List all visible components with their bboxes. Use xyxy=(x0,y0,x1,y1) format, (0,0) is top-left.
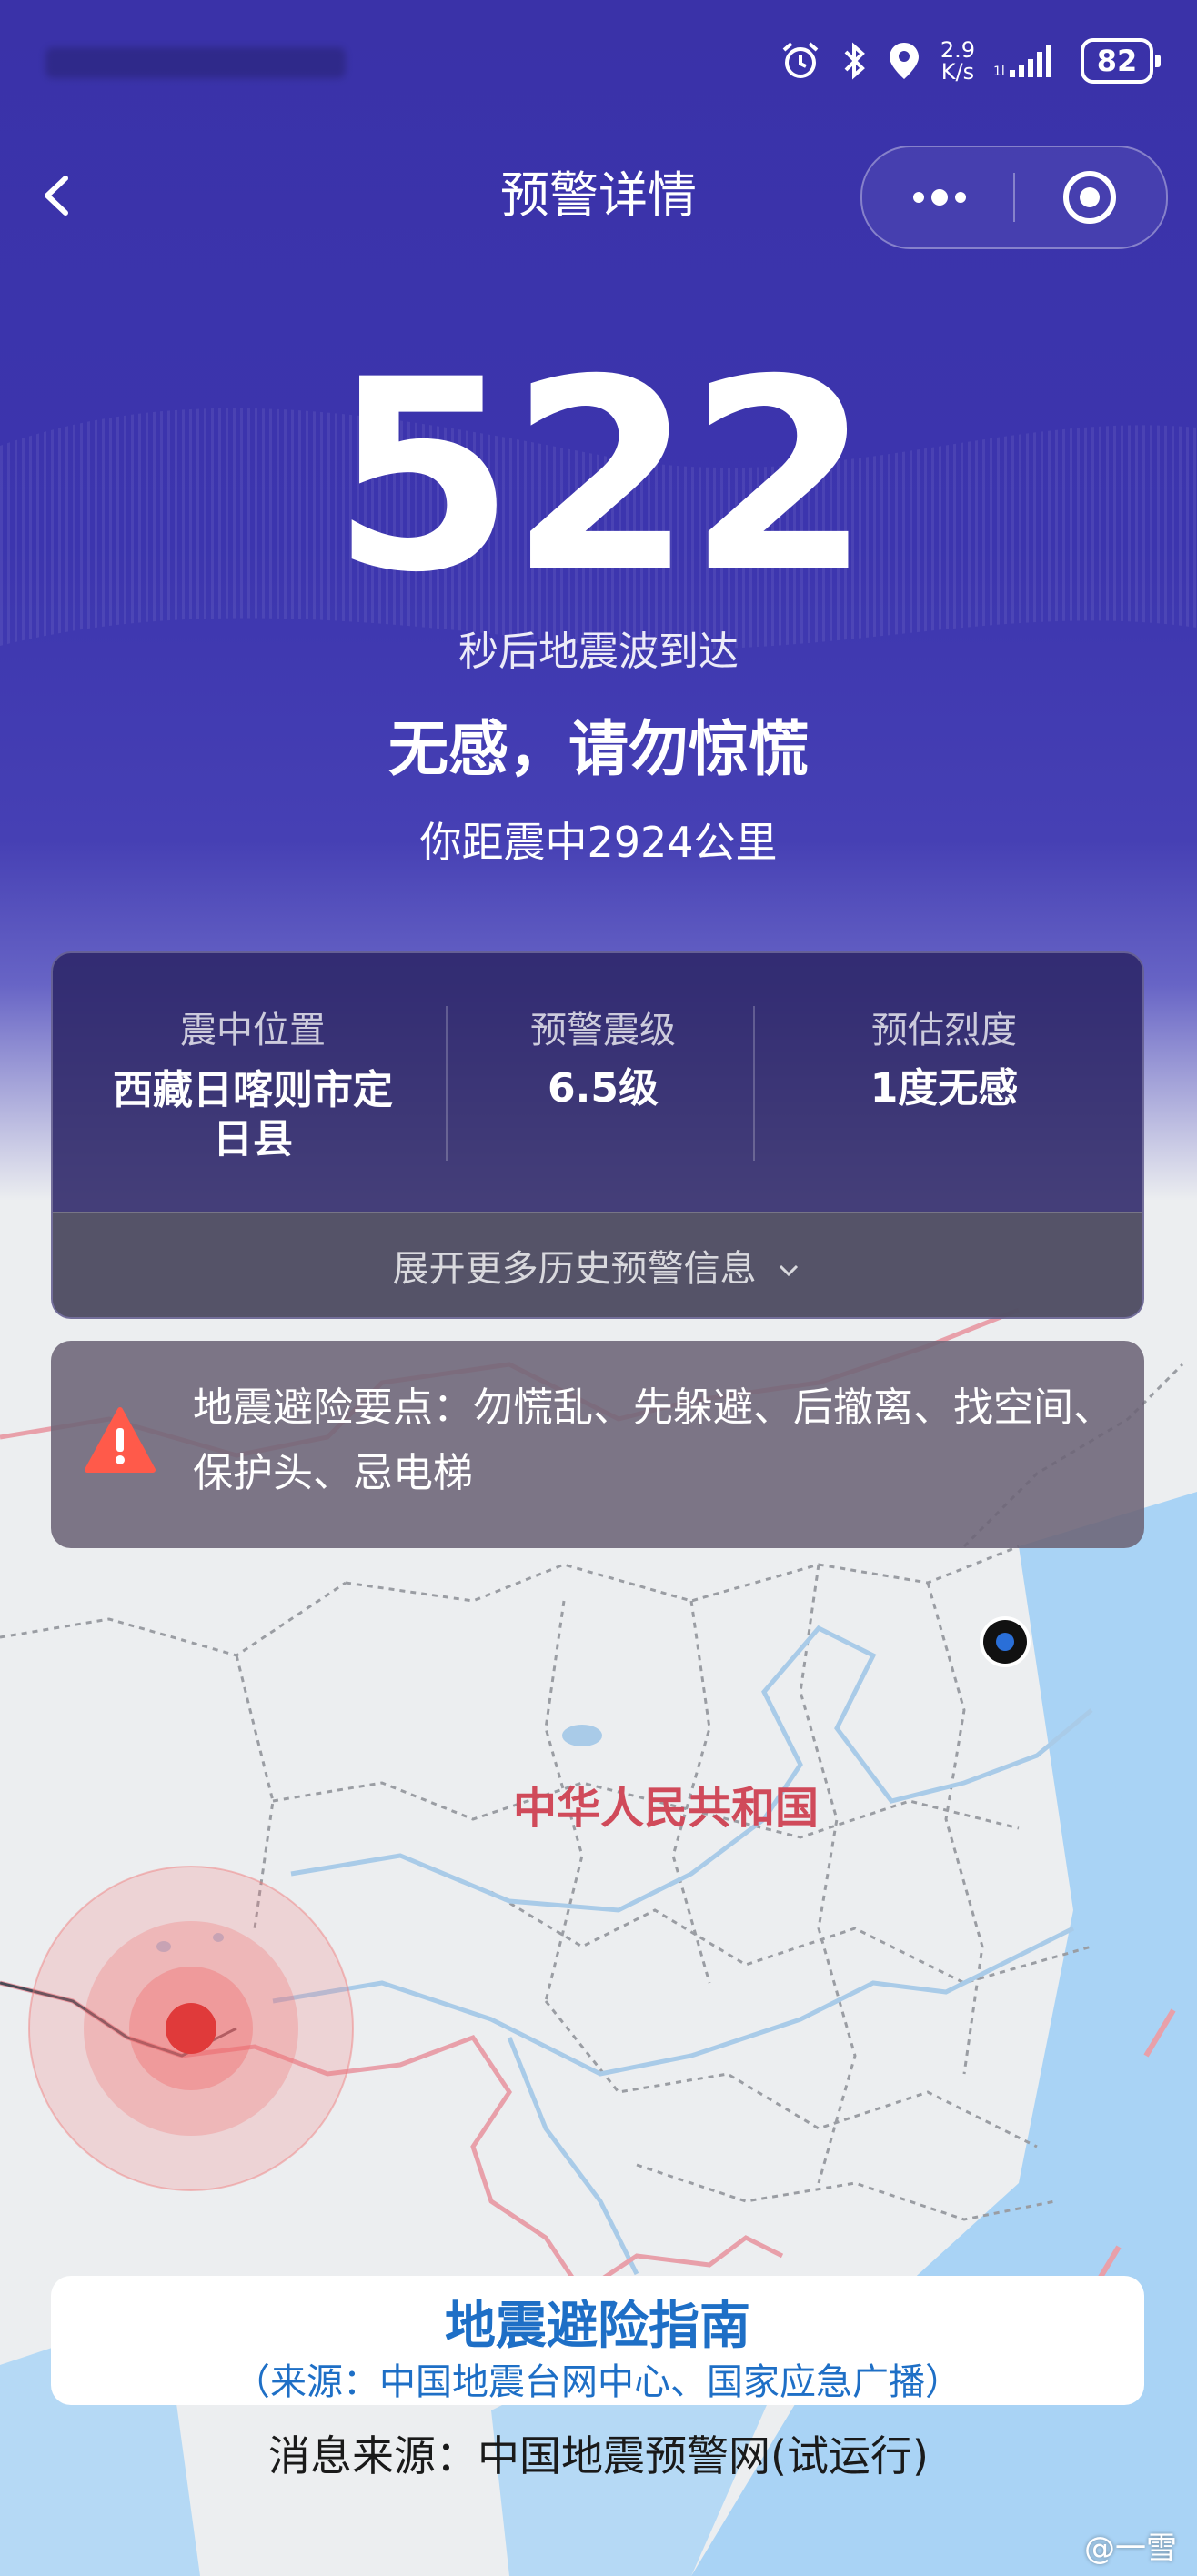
signal-icon: 1l xyxy=(993,45,1051,79)
status-bar: 2.9 K/s 1l 82 xyxy=(779,38,1161,84)
safety-tips-banner: 地震避险要点：勿慌乱、先躲避、后撤离、找空间、保护头、忌电梯 xyxy=(51,1341,1144,1548)
safety-guide-title: 地震避险指南 xyxy=(445,2297,750,2356)
watermark: @一雪 xyxy=(1084,2531,1177,2567)
alarm-icon xyxy=(782,42,819,78)
bluetooth-icon xyxy=(844,42,865,80)
nav-header: 预警详情 xyxy=(0,146,1197,249)
map-country-label: 中华人民共和国 xyxy=(513,1783,820,1834)
intensity-value: 1度无感 xyxy=(870,1065,1019,1112)
epicenter-column: 震中位置 西藏日喀则市定日县 xyxy=(80,1008,426,1164)
column-divider xyxy=(446,1006,448,1161)
feeling-message: 无感，请勿惊慌 xyxy=(388,714,809,784)
magnitude-column: 预警震级 6.5级 xyxy=(453,1008,753,1112)
battery-indicator: 82 xyxy=(1081,38,1161,84)
intensity-column: 预估烈度 1度无感 xyxy=(762,1008,1126,1112)
epicenter-value: 西藏日喀则市定日县 xyxy=(113,1067,393,1162)
countdown-seconds: 522 xyxy=(331,324,870,630)
user-location-marker[interactable] xyxy=(979,1615,1031,1668)
countdown-caption: 秒后地震波到达 xyxy=(458,629,739,675)
quake-info-card: 震中位置 西藏日喀则市定日县 预警震级 6.5级 预估烈度 1度无感 展开更多历… xyxy=(51,951,1144,1319)
safety-guide-button[interactable]: 地震避险指南 （来源：中国地震台网中心、国家应急广播） xyxy=(51,2276,1144,2405)
safety-tips-text: 地震避险要点：勿慌乱、先躲避、后撤离、找空间、保护头、忌电梯 xyxy=(193,1384,1113,1496)
expand-history-label: 展开更多历史预警信息 xyxy=(392,1248,757,1290)
close-miniapp-icon[interactable] xyxy=(1062,170,1117,225)
svg-text:1l: 1l xyxy=(993,65,1005,79)
network-speed-unit: K/s xyxy=(940,59,975,85)
network-speed: 2.9 K/s xyxy=(940,39,975,83)
epicenter-label: 震中位置 xyxy=(180,1010,326,1052)
capsule-divider xyxy=(1013,173,1015,222)
intensity-label: 预估烈度 xyxy=(871,1010,1017,1052)
epicenter-marker[interactable] xyxy=(27,1865,355,2192)
battery-level: 82 xyxy=(1081,38,1153,84)
info-card-divider xyxy=(53,1212,1142,1213)
safety-guide-source: （来源：中国地震台网中心、国家应急广播） xyxy=(234,2361,961,2403)
location-icon xyxy=(889,43,919,79)
more-menu-icon[interactable] xyxy=(908,182,971,213)
chevron-down-icon xyxy=(780,1264,799,1277)
distance-to-epicenter: 你距震中2924公里 xyxy=(419,818,778,867)
miniapp-capsule xyxy=(860,146,1168,249)
expand-history-button[interactable]: 展开更多历史预警信息 xyxy=(53,1239,1142,1292)
network-speed-value: 2.9 xyxy=(940,37,975,63)
magnitude-label: 预警震级 xyxy=(530,1010,676,1052)
column-divider xyxy=(753,1006,755,1161)
battery-tip xyxy=(1155,55,1161,67)
magnitude-value: 6.5级 xyxy=(548,1065,659,1112)
status-bar-blurred-text xyxy=(45,47,346,78)
message-source: 消息来源：中国地震预警网(试运行) xyxy=(268,2431,929,2480)
warning-icon xyxy=(85,1407,156,1473)
